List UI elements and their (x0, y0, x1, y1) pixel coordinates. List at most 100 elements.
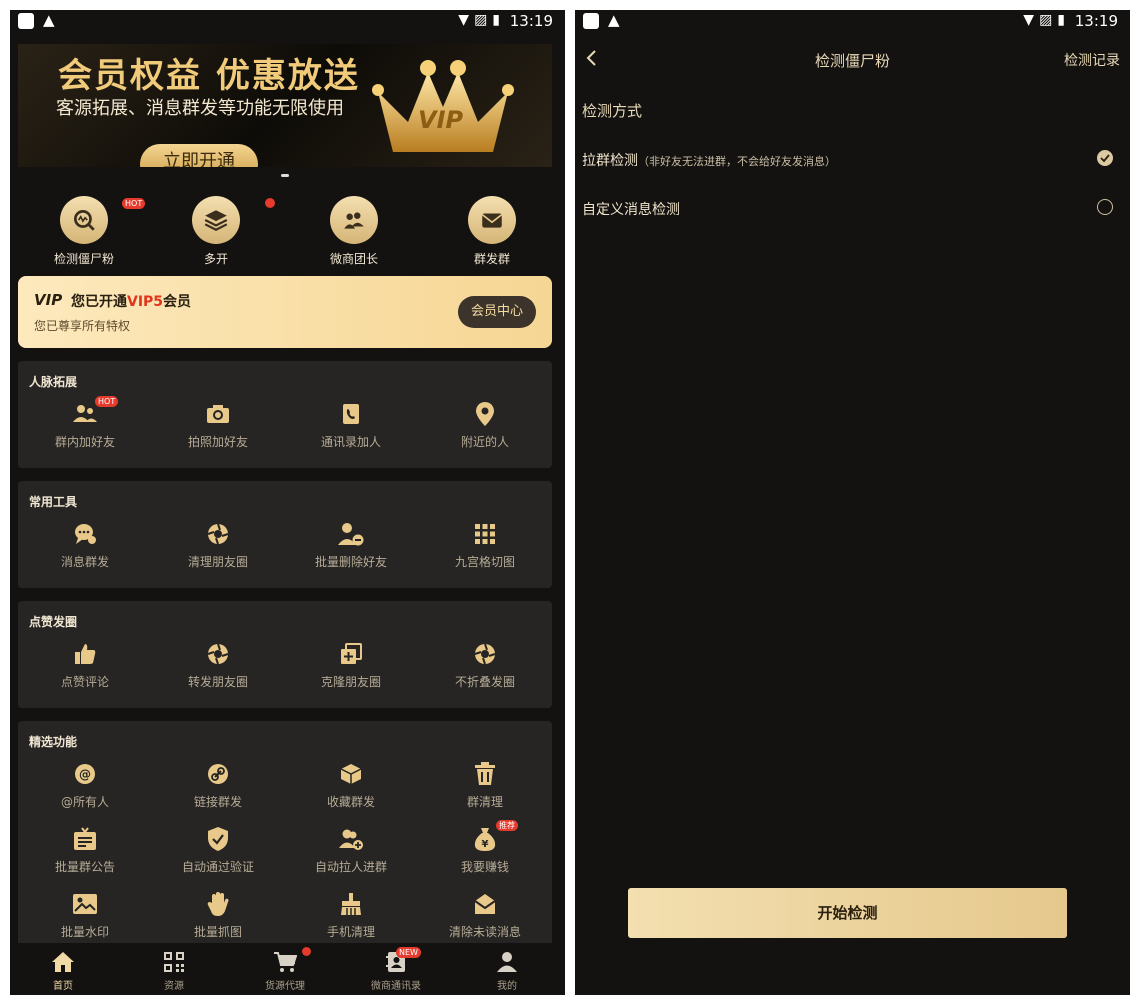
feature-nine-grid[interactable]: 九宫格切图 (418, 519, 552, 570)
option-group-detect-check-icon[interactable] (1097, 150, 1113, 166)
feature-group-add[interactable]: 群内加好友 (18, 399, 152, 450)
feature-contacts-add[interactable]: 通讯录加人 (284, 399, 418, 450)
banner-open-button[interactable]: 立即开通 (140, 144, 258, 167)
section-likes: 点赞发圈 点赞评论 转发朋友圈 克隆朋友圈 不折叠发圈 (18, 601, 552, 708)
feature-group-clean[interactable]: 群清理 (418, 759, 552, 810)
feature-clear-unread[interactable]: 清除未读消息 (418, 889, 552, 940)
option-custom-message[interactable]: 自定义消息检测 (582, 199, 680, 219)
feature-nearby[interactable]: 附近的人 (418, 399, 552, 450)
feature-no-fold-post[interactable]: 不折叠发圈 (418, 639, 552, 690)
option-note: （非好友无法进群，不会给好友发消息） (638, 155, 836, 168)
feature-label: 自动通过验证 (181, 860, 254, 874)
layers-icon (192, 196, 240, 244)
clone-icon (284, 639, 418, 669)
feature-batch-grab[interactable]: 批量抓图 (151, 889, 285, 940)
feature-label: 清除未读消息 (448, 925, 521, 939)
feature-label: 群清理 (466, 795, 503, 809)
top-icon-multi-open[interactable]: 多开 (166, 196, 266, 267)
aperture-icon (151, 519, 285, 549)
status-time: 13:19 (509, 12, 553, 30)
nav-label: 微商通讯录 (371, 981, 421, 992)
feature-auto-verify[interactable]: 自动通过验证 (151, 824, 285, 875)
section-title: 精选功能 (29, 735, 78, 749)
feature-earn-money[interactable]: ¥ 我要赚钱 (418, 824, 552, 875)
feature-label: @所有人 (60, 795, 109, 809)
top-icon-label: 检测僵尸粉 (53, 252, 114, 266)
feature-label: 附近的人 (460, 435, 509, 449)
warning-icon: ▲ (43, 11, 55, 29)
option-label: 拉群检测 (582, 153, 638, 169)
feature-phone-clean[interactable]: 手机清理 (284, 889, 418, 940)
feature-batch-notice[interactable]: 批量群公告 (18, 824, 152, 875)
feature-like-comment[interactable]: 点赞评论 (18, 639, 152, 690)
feature-label: 我要赚钱 (460, 860, 509, 874)
feature-clone-moments[interactable]: 克隆朋友圈 (284, 639, 418, 690)
feature-label: 批量抓图 (193, 925, 242, 939)
banner-title: 会员权益 优惠放送 (58, 56, 360, 96)
section-title: 人脉拓展 (29, 375, 78, 389)
feature-batch-delete[interactable]: 批量删除好友 (284, 519, 418, 570)
feature-at-all[interactable]: @ @所有人 (18, 759, 152, 810)
home-icon (18, 949, 108, 975)
feature-label: 批量水印 (60, 925, 109, 939)
feature-batch-watermark[interactable]: 批量水印 (18, 889, 152, 940)
thumbs-up-icon (18, 639, 152, 669)
vip-subtitle: 您已尊享所有特权 (34, 319, 131, 333)
zombie-detect-icon (60, 196, 108, 244)
qr-icon (129, 949, 219, 975)
feature-label: 链接群发 (193, 795, 242, 809)
hot-badge: HOT (122, 198, 146, 209)
link-icon (151, 759, 285, 789)
vip-title: 您已开通VIP5会员 (71, 294, 192, 310)
vip-logo: VIP (34, 291, 63, 309)
image-icon (18, 889, 152, 919)
camera-icon (151, 399, 285, 429)
section-title: 点赞发圈 (29, 615, 78, 629)
trash-icon (418, 759, 552, 789)
option-group-detect[interactable]: 拉群检测（非好友无法进群，不会给好友发消息） (582, 150, 836, 170)
promo-banner[interactable]: 会员权益 优惠放送 客源拓展、消息群发等功能无限使用 立即开通 VIP (18, 44, 552, 167)
feature-label: 通讯录加人 (320, 435, 381, 449)
nav-me[interactable]: 我的 (462, 949, 552, 992)
envelope-open-icon (418, 889, 552, 919)
person-icon (462, 949, 552, 975)
feature-message-broadcast[interactable]: 消息群发 (18, 519, 152, 570)
notification-icon (583, 13, 599, 29)
feature-label: 九宫格切图 (454, 555, 515, 569)
top-icon-leader[interactable]: 微商团长 (304, 196, 404, 267)
vip-card[interactable]: VIP 您已开通VIP5会员 您已尊享所有特权 会员中心 (18, 276, 552, 348)
member-center-button[interactable]: 会员中心 (458, 296, 536, 328)
section-featured: 精选功能 @ @所有人 链接群发 收藏群发 群清理 批量群公告 自动通过验证 自… (18, 721, 552, 961)
crown-label: VIP (418, 106, 464, 134)
start-detect-button[interactable]: 开始检测 (628, 888, 1067, 938)
top-icon-zombie-detect[interactable]: 检测僵尸粉 (34, 196, 134, 267)
feature-forward-moments[interactable]: 转发朋友圈 (151, 639, 285, 690)
feature-label: 转发朋友圈 (187, 675, 248, 689)
warning-icon: ▲ (608, 11, 620, 29)
feature-clean-moments[interactable]: 清理朋友圈 (151, 519, 285, 570)
feature-auto-invite[interactable]: 自动拉人进群 (284, 824, 418, 875)
nav-resources[interactable]: 资源 (129, 949, 219, 992)
mail-icon (468, 196, 516, 244)
feature-link-broadcast[interactable]: 链接群发 (151, 759, 285, 810)
feature-favorite-broadcast[interactable]: 收藏群发 (284, 759, 418, 810)
feature-label: 不折叠发圈 (454, 675, 515, 689)
signal-battery-icons: ▼▨▮ (1023, 12, 1070, 28)
hot-badge: HOT (95, 396, 119, 407)
add-people-icon (284, 824, 418, 854)
money-bag-icon: ¥ (418, 824, 552, 854)
notice-icon (18, 824, 152, 854)
top-icon-group-send[interactable]: 群发群 (442, 196, 542, 267)
detect-history-link[interactable]: 检测记录 (1064, 50, 1120, 70)
aperture-icon (151, 639, 285, 669)
option-custom-message-radio-icon[interactable] (1097, 199, 1113, 215)
feature-photo-add[interactable]: 拍照加好友 (151, 399, 285, 450)
notification-icon (18, 13, 34, 29)
nav-agent[interactable]: 货源代理 (240, 949, 330, 992)
new-badge: NEW (396, 947, 421, 958)
status-bar: ▲ ▼▨▮ 13:19 (575, 10, 1130, 34)
nav-home[interactable]: 首页 (18, 949, 108, 992)
nav-label: 我的 (497, 981, 517, 992)
location-icon (418, 399, 552, 429)
svg-text:¥: ¥ (482, 839, 489, 850)
